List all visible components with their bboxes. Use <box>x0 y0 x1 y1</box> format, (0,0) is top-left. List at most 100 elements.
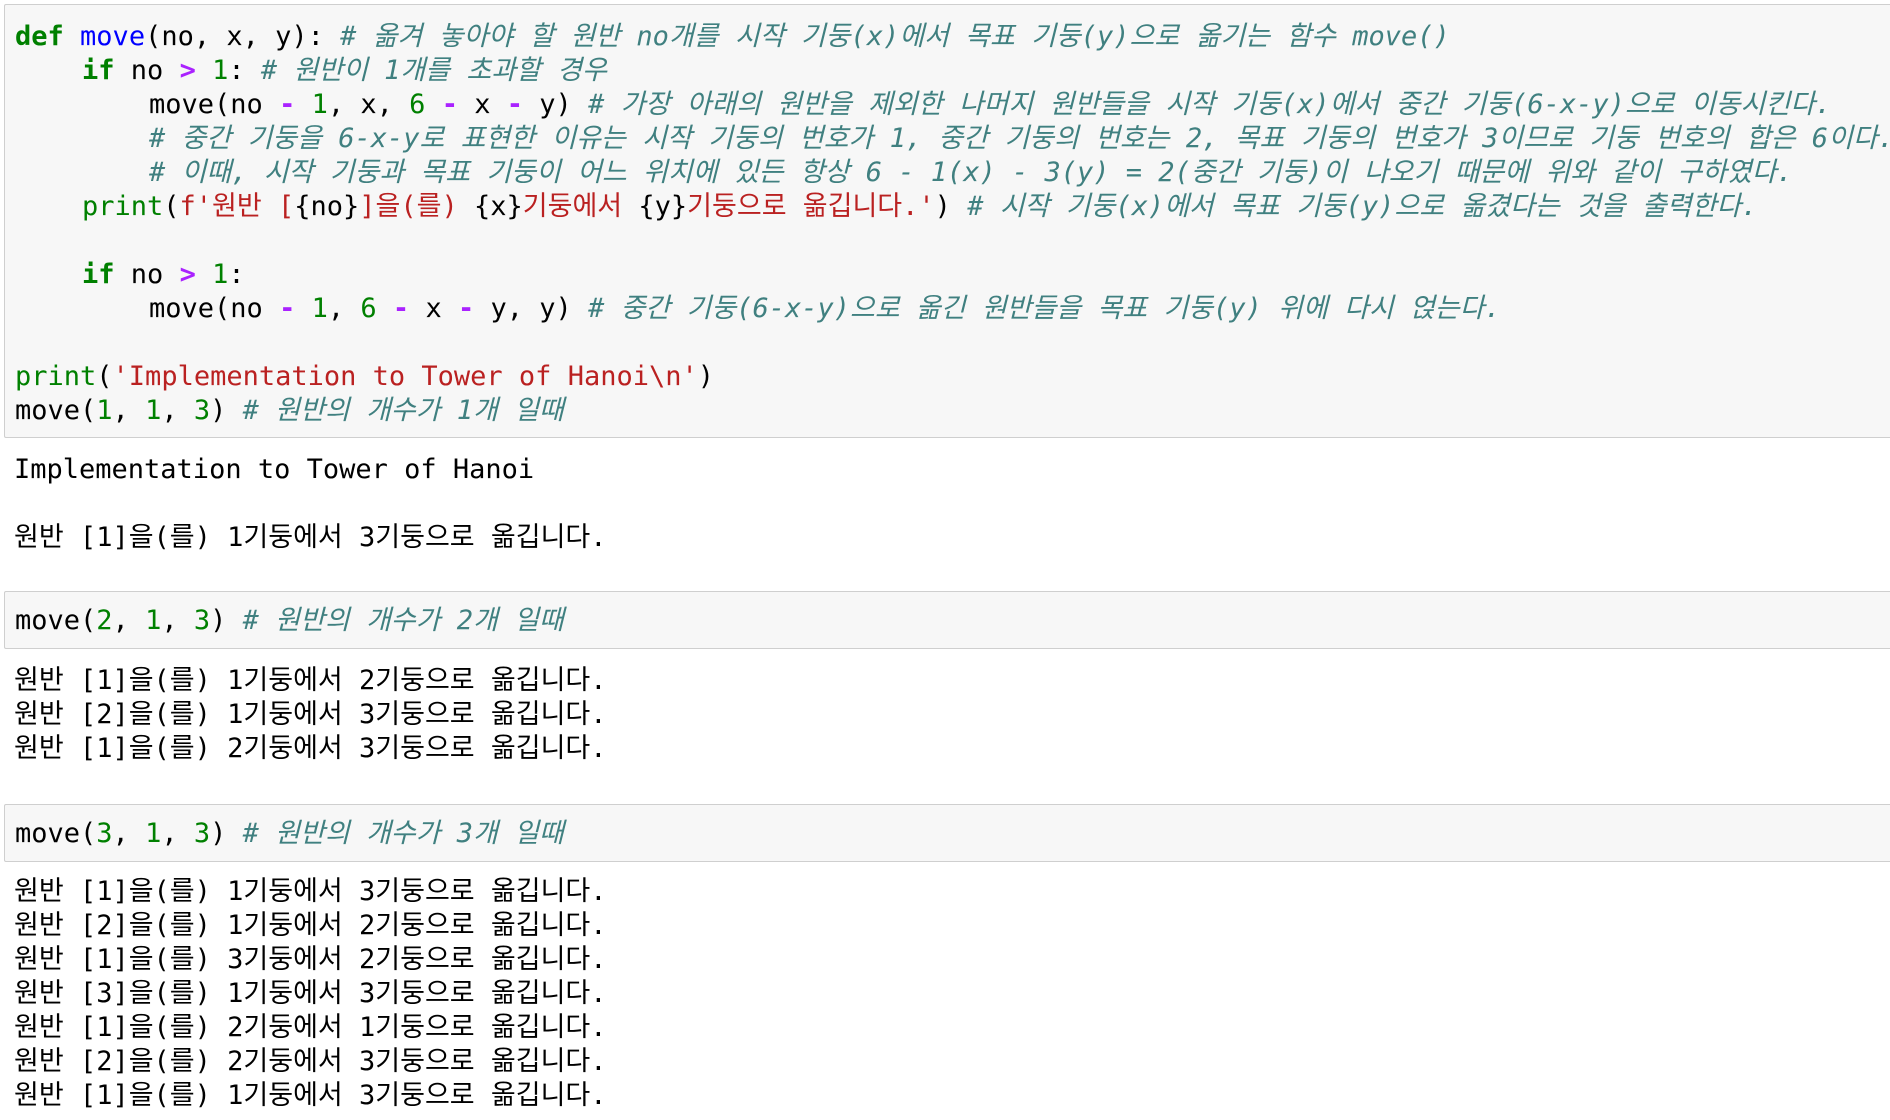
code-punct: , <box>112 818 129 849</box>
code-interp: {y} <box>638 191 688 222</box>
builtin-print: print <box>15 361 97 392</box>
output-line: 원반 [3]을(를) 1기둥에서 3기둥으로 옮깁니다. <box>14 978 607 1009</box>
code-text: , <box>327 293 345 324</box>
code-punct: ) <box>934 191 951 222</box>
output-line: Implementation to Tower of Hanoi <box>14 454 535 485</box>
code-punct: ) <box>210 605 227 636</box>
code-line-print-fstring: print(f'원반 [{no}]을(를) {x}기둥에서 {y}기둥으로 옮깁… <box>15 190 1758 224</box>
code-number: 2 <box>96 605 113 636</box>
code-punct: ( <box>96 361 113 392</box>
keyword-if: if <box>82 259 115 290</box>
code-number: 1 <box>212 259 229 290</box>
code-comment: # 이때, 시작 기둥과 목표 기둥이 어느 위치에 있든 항상 6 - 1(x… <box>149 157 1793 188</box>
code-punct: , <box>161 818 178 849</box>
code-var: no <box>130 55 164 86</box>
code-call: move(no <box>149 293 263 324</box>
code-punct: ) <box>210 818 227 849</box>
code-comment: # 원반의 개수가 1개 일때 <box>242 395 564 426</box>
output-line: 원반 [1]을(를) 2기둥에서 3기둥으로 옮깁니다. <box>14 733 607 764</box>
code-comment: # 가장 아래의 원반을 제외한 나머지 원반들을 시작 기둥(x)에서 중간 … <box>588 89 1832 120</box>
code-string: 기둥에서 <box>522 191 639 222</box>
code-operator: - <box>441 89 458 120</box>
output-line: 원반 [1]을(를) 1기둥에서 3기둥으로 옮깁니다. <box>14 876 607 907</box>
code-call: move( <box>15 395 97 426</box>
output-line: 원반 [1]을(를) 2기둥에서 1기둥으로 옮깁니다. <box>14 1012 607 1043</box>
code-number: 1 <box>145 395 162 426</box>
code-comment: # 시작 기둥(x)에서 목표 기둥(y)으로 옮겼다는 것을 출력한다. <box>967 191 1758 222</box>
code-line-move-call-1: move(1, 1, 3) # 원반의 개수가 1개 일때 <box>15 394 564 428</box>
code-string: 'Implementation to Tower of Hanoi\n' <box>112 361 698 392</box>
code-punct: : <box>228 55 245 86</box>
code-line-move-call-2: move(2, 1, 3) # 원반의 개수가 2개 일때 <box>15 604 564 638</box>
code-call: move( <box>15 605 97 636</box>
code-line-if-2: if no > 1: <box>15 258 245 292</box>
code-operator: - <box>279 89 296 120</box>
code-comment: # 옮겨 놓아야 할 원반 no개를 시작 기둥(x)에서 목표 기둥(y)으로… <box>340 21 1450 52</box>
code-number: 3 <box>96 818 113 849</box>
code-number: 1 <box>96 395 113 426</box>
code-call: move( <box>15 818 97 849</box>
code-text: , x, <box>327 89 393 120</box>
code-number: 1 <box>311 89 328 120</box>
code-punct: , <box>112 605 129 636</box>
output-line: 원반 [2]을(를) 2기둥에서 3기둥으로 옮깁니다. <box>14 1046 607 1077</box>
code-number: 3 <box>193 395 211 426</box>
code-text: x <box>425 293 442 324</box>
function-args: (no, x, y): <box>145 21 324 52</box>
output-line: 원반 [2]을(를) 1기둥에서 2기둥으로 옮깁니다. <box>14 910 607 941</box>
code-operator: - <box>457 293 475 324</box>
code-comment: # 중간 기둥(6-x-y)으로 옮긴 원반들을 목표 기둥(y) 위에 다시 … <box>588 293 1501 324</box>
code-line-if-1: if no > 1: # 원반이 1개를 초과할 경우 <box>15 54 607 88</box>
code-punct: , <box>112 395 129 426</box>
code-text: y, y) <box>490 293 572 324</box>
keyword-if: if <box>82 55 115 86</box>
code-var: no <box>130 259 164 290</box>
code-comment: # 원반이 1개를 초과할 경우 <box>260 55 607 86</box>
code-text: x <box>474 89 491 120</box>
code-cell-1[interactable]: def move(no, x, y): # 옮겨 놓아야 할 원반 no개를 시… <box>4 4 1890 438</box>
code-comment: # 원반의 개수가 3개 일때 <box>242 818 564 849</box>
output-line: 원반 [1]을(를) 1기둥에서 3기둥으로 옮깁니다. <box>14 522 607 553</box>
code-punct: , <box>161 395 178 426</box>
function-name: move <box>80 21 146 52</box>
code-operator: - <box>506 89 524 120</box>
code-punct: : <box>228 259 245 290</box>
code-interp: {no} <box>294 191 360 222</box>
code-number: 6 <box>360 293 377 324</box>
output-line: 원반 [1]을(를) 1기둥에서 2기둥으로 옮깁니다. <box>14 665 607 696</box>
code-operator: > <box>179 55 196 86</box>
code-number: 1 <box>212 55 229 86</box>
code-operator: > <box>179 259 196 290</box>
code-punct: , <box>161 605 178 636</box>
code-number: 3 <box>193 818 211 849</box>
code-line-move-recursive-2: move(no - 1, 6 - x - y, y) # 중간 기둥(6-x-y… <box>15 292 1501 326</box>
code-operator: - <box>279 293 296 324</box>
output-line: 원반 [1]을(를) 3기둥에서 2기둥으로 옮깁니다. <box>14 944 607 975</box>
code-interp: {x} <box>473 191 523 222</box>
code-line-comment-explain-2: # 이때, 시작 기둥과 목표 기둥이 어느 위치에 있든 항상 6 - 1(x… <box>15 156 1793 190</box>
code-comment: # 중간 기둥을 6-x-y로 표현한 이유는 시작 기둥의 번호가 1, 중간… <box>149 123 1890 154</box>
code-line-comment-explain-1: # 중간 기둥을 6-x-y로 표현한 이유는 시작 기둥의 번호가 1, 중간… <box>15 122 1890 156</box>
code-cell-2[interactable]: move(2, 1, 3) # 원반의 개수가 2개 일때 <box>4 591 1890 649</box>
code-string: ]을(를) <box>359 191 474 222</box>
builtin-print: print <box>82 191 164 222</box>
output-line: 원반 [2]을(를) 1기둥에서 3기둥으로 옮깁니다. <box>14 699 607 730</box>
code-punct: ( <box>163 191 180 222</box>
code-text: y) <box>539 89 572 120</box>
code-string: f'원반 [ <box>179 191 295 222</box>
code-operator: - <box>392 293 410 324</box>
code-line-move-call-3: move(3, 1, 3) # 원반의 개수가 3개 일때 <box>15 817 564 851</box>
code-number: 3 <box>193 605 211 636</box>
code-punct: ) <box>210 395 227 426</box>
code-number: 1 <box>311 293 328 324</box>
keyword-def: def <box>15 21 64 52</box>
code-string: 기둥으로 옮깁니다.' <box>687 191 935 222</box>
code-punct: ) <box>697 361 715 392</box>
code-line-print-title: print('Implementation to Tower of Hanoi\… <box>15 360 714 394</box>
code-cell-3[interactable]: move(3, 1, 3) # 원반의 개수가 3개 일때 <box>4 804 1890 862</box>
code-call: move(no <box>149 89 263 120</box>
code-number: 6 <box>409 89 426 120</box>
code-line-move-recursive-1: move(no - 1, x, 6 - x - y) # 가장 아래의 원반을 … <box>15 88 1831 122</box>
output-line: 원반 [1]을(를) 1기둥에서 3기둥으로 옮깁니다. <box>14 1080 607 1111</box>
code-line-def: def move(no, x, y): # 옮겨 놓아야 할 원반 no개를 시… <box>15 20 1450 54</box>
